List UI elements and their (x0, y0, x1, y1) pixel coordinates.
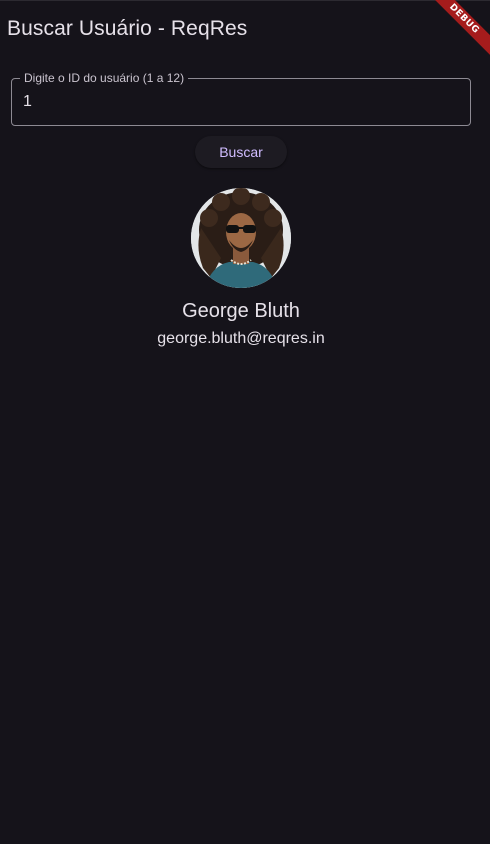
app-bar: Buscar Usuário - ReqRes (0, 0, 490, 58)
user-id-field[interactable]: Digite o ID do usuário (1 a 12) (11, 71, 471, 126)
user-id-input[interactable] (23, 91, 453, 113)
debug-banner: DEBUG (420, 0, 490, 70)
search-button[interactable]: Buscar (195, 136, 287, 168)
page-title: Buscar Usuário - ReqRes (7, 17, 248, 40)
avatar (191, 188, 291, 288)
user-id-field-label: Digite o ID do usuário (1 a 12) (20, 71, 189, 85)
debug-banner-label: DEBUG (423, 0, 490, 60)
avatar-image (191, 188, 291, 288)
user-name: George Bluth (182, 300, 300, 322)
app-screen: Buscar Usuário - ReqRes DEBUG Digite o I… (0, 0, 490, 844)
user-email: george.bluth@reqres.in (157, 330, 325, 347)
